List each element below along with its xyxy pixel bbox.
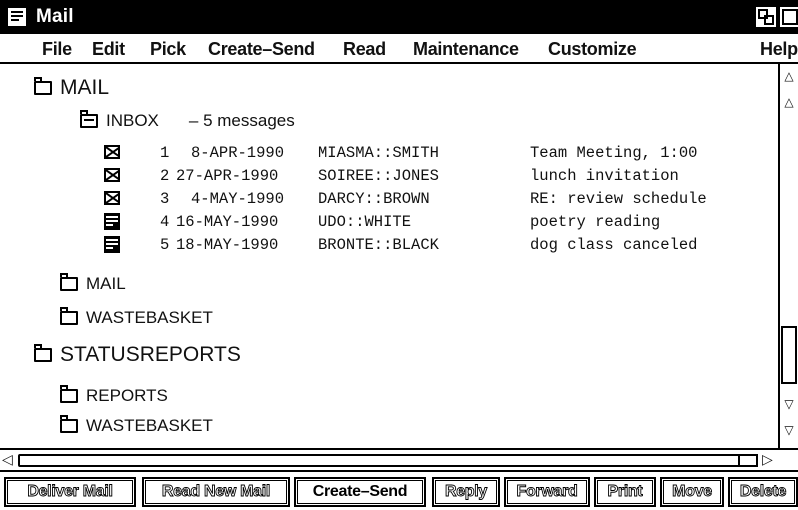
envelope-icon [104, 191, 120, 205]
folder-label: WASTEBASKET [86, 416, 213, 435]
menu-create-send[interactable]: Create–Send [208, 39, 315, 60]
menu-read[interactable]: Read [343, 39, 386, 60]
message-number: 5 [160, 236, 170, 254]
message-sender: BRONTE::BLACK [318, 236, 439, 254]
button-bar: Deliver Mail Read New Mail Create–Send R… [0, 472, 798, 510]
menu-maintenance[interactable]: Maintenance [413, 39, 519, 60]
horizontal-scroll-track[interactable] [18, 454, 758, 467]
message-number: 4 [160, 213, 170, 231]
message-number: 2 [160, 167, 170, 185]
vertical-scrollbar[interactable]: △ △ ▽ ▽ [778, 64, 798, 448]
folder-icon [60, 307, 78, 325]
message-date: 4-MAY-1990 [191, 190, 285, 208]
message-sender: UDO::WHITE [318, 213, 412, 231]
menu-bar: File Edit Pick Create–Send Read Maintena… [0, 34, 798, 64]
menu-pick[interactable]: Pick [150, 39, 186, 60]
drawer-icon [34, 77, 52, 95]
mail-window: Mail File Edit Pick Create–Send Read Mai… [0, 0, 798, 510]
scroll-bottom-icon[interactable]: ▽ [780, 420, 798, 440]
message-count: – 5 messages [188, 111, 295, 130]
forward-button[interactable]: Forward [504, 477, 590, 507]
drawer-label: MAIL [60, 76, 110, 99]
scroll-down-icon[interactable]: ▽ [780, 394, 798, 414]
message-date: 18-MAY-1990 [176, 236, 279, 254]
envelope-icon [104, 145, 120, 159]
window-menu-icon[interactable] [8, 8, 26, 26]
folder-icon [60, 273, 78, 291]
message-date: 16-MAY-1990 [176, 213, 279, 231]
folder-icon [60, 415, 78, 433]
message-subject: dog class canceled [530, 236, 698, 254]
deliver-mail-button[interactable]: Deliver Mail [4, 477, 136, 507]
folder-reports[interactable]: REPORTS [60, 385, 168, 406]
folder-icon [60, 385, 78, 403]
message-number: 3 [160, 190, 170, 208]
folder-label: INBOX [106, 111, 159, 130]
window-title: Mail [36, 6, 74, 27]
folder-inbox[interactable]: INBOX – 5 messages [80, 110, 295, 131]
envelope-icon [104, 168, 120, 182]
menu-customize[interactable]: Customize [548, 39, 637, 60]
scroll-top-icon[interactable]: △ [780, 66, 798, 86]
scroll-right-icon[interactable]: ▷ [762, 451, 773, 468]
reply-button[interactable]: Reply [432, 477, 500, 507]
menu-edit[interactable]: Edit [92, 39, 125, 60]
move-button[interactable]: Move [660, 477, 724, 507]
folder-label: MAIL [86, 274, 126, 293]
title-bar[interactable]: Mail [0, 0, 798, 34]
drawer-mail[interactable]: MAIL [34, 76, 109, 100]
scroll-left-icon[interactable]: ◁ [2, 451, 13, 468]
drawer-statusreports[interactable]: STATUSREPORTS [34, 343, 241, 367]
folder-label: REPORTS [86, 386, 168, 405]
delete-button[interactable]: Delete [728, 477, 798, 507]
message-sender: SOIREE::JONES [318, 167, 439, 185]
message-sender: MIASMA::SMITH [318, 144, 439, 162]
menu-file[interactable]: File [42, 39, 72, 60]
menu-help[interactable]: Help [760, 39, 798, 60]
vertical-scroll-thumb[interactable] [781, 326, 797, 384]
message-subject: lunch invitation [530, 167, 679, 185]
print-button[interactable]: Print [594, 477, 656, 507]
document-icon [104, 236, 120, 253]
open-folder-icon [80, 110, 98, 128]
drawer-icon [34, 344, 52, 362]
drawer-label: STATUSREPORTS [60, 343, 241, 366]
folder-wastebasket[interactable]: WASTEBASKET [60, 307, 213, 328]
read-new-mail-button[interactable]: Read New Mail [142, 477, 290, 507]
folder-wastebasket-2[interactable]: WASTEBASKET [60, 415, 213, 436]
message-sender: DARCY::BROWN [318, 190, 430, 208]
horizontal-scroll-thumb[interactable] [738, 454, 758, 467]
folder-tree: MAIL INBOX – 5 messages 1 8-APR-1990 MIA… [0, 64, 778, 448]
maximize-icon[interactable] [780, 7, 798, 27]
message-subject: poetry reading [530, 213, 661, 231]
message-subject: RE: review schedule [530, 190, 707, 208]
document-icon [104, 213, 120, 230]
folder-label: WASTEBASKET [86, 308, 213, 327]
message-date: 8-APR-1990 [191, 144, 285, 162]
message-date: 27-APR-1990 [176, 167, 279, 185]
scroll-up-icon[interactable]: △ [780, 92, 798, 112]
message-number: 1 [160, 144, 170, 162]
message-subject: Team Meeting, 1:00 [530, 144, 698, 162]
folder-mail[interactable]: MAIL [60, 273, 126, 294]
horizontal-scrollbar[interactable]: ◁ ▷ [0, 448, 798, 472]
create-send-button[interactable]: Create–Send [294, 477, 426, 507]
resize-icon[interactable] [756, 7, 776, 27]
